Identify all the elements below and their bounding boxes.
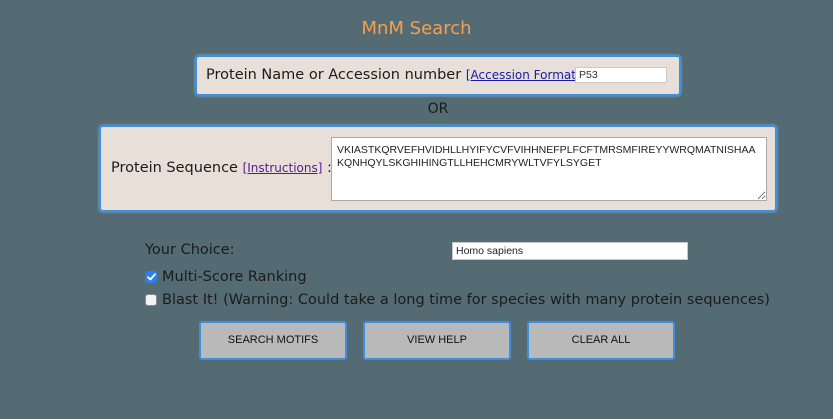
checkmark-icon <box>146 273 156 281</box>
protein-name-input[interactable] <box>575 67 667 83</box>
clear-all-button[interactable]: CLEAR ALL <box>527 321 675 360</box>
species-input[interactable] <box>452 242 688 260</box>
search-motifs-button[interactable]: SEARCH MOTIFS <box>199 321 347 360</box>
or-separator: OR <box>427 101 449 117</box>
multi-score-ranking-checkbox[interactable] <box>145 271 157 283</box>
protein-name-label-group: Protein Name or Accession number [Access… <box>206 67 586 83</box>
view-help-button[interactable]: VIEW HELP <box>363 321 511 360</box>
protein-sequence-textarea[interactable]: VKIASTKQRVEFHVIDHLLHYIFYCVFVIHHNEFPLFCFT… <box>331 137 767 201</box>
instructions-link[interactable]: [Instructions] <box>243 161 323 175</box>
protein-sequence-label-group: Protein Sequence [Instructions] : <box>111 160 332 176</box>
your-choice-label: Your Choice: <box>145 242 235 258</box>
protein-name-label: Protein Name or Accession number <box>206 67 462 83</box>
multi-score-ranking-label: Multi-Score Ranking <box>162 269 307 285</box>
protein-sequence-panel: Protein Sequence [Instructions] : VKIAST… <box>99 125 777 212</box>
protein-name-panel: Protein Name or Accession number [Access… <box>195 55 681 96</box>
accession-format-link[interactable]: [Accession Format] <box>466 68 581 82</box>
blast-it-checkbox[interactable] <box>145 294 157 306</box>
protein-sequence-label: Protein Sequence <box>111 160 238 176</box>
multi-score-ranking-option[interactable]: Multi-Score Ranking <box>145 269 307 285</box>
blast-it-option[interactable]: Blast It! (Warning: Could take a long ti… <box>145 292 770 308</box>
blast-it-label: Blast It! (Warning: Could take a long ti… <box>162 292 770 308</box>
page-title: MnM Search <box>361 18 472 39</box>
